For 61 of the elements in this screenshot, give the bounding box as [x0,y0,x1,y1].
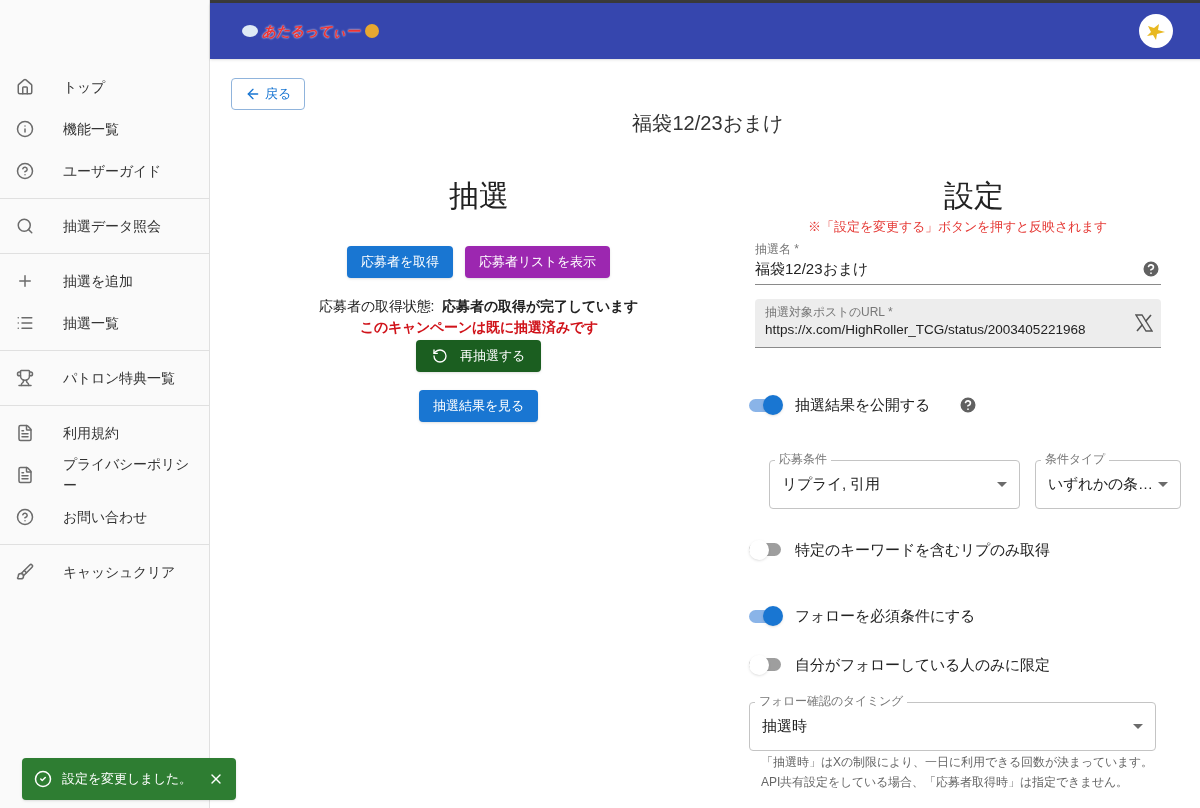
trophy-icon [16,369,34,387]
page-title: 福袋12/23おまけ [631,111,784,136]
sidebar-item[interactable]: 抽選を追加 [0,260,209,302]
field-label: フォロー確認のタイミング [755,694,907,709]
sidebar-item[interactable]: キャッシュクリア [0,551,209,593]
search-icon [16,217,34,235]
redo-icon [432,348,448,364]
action-button[interactable]: 応募者リストを表示 [465,246,610,278]
select-value: 抽選時 [762,716,807,737]
url-field[interactable]: 抽選対象ポストのURL * https://x.com/HighRoller_TCG/status/2003405221968 [755,299,1161,348]
document-icon [16,424,34,442]
sidebar-item[interactable]: パトロン特典一覧 [0,357,209,399]
sidebar-item[interactable]: 利用規約 [0,412,209,454]
document-icon [16,466,34,484]
sidebar-item[interactable]: ユーザーガイド [0,150,209,192]
select-value: リプライ, 引用 [782,473,881,494]
back-button[interactable]: 戻る [231,78,305,110]
field-label: 条件タイプ [1041,451,1109,467]
help-icon [16,162,34,180]
status-label: 応募者の取得状態: [318,297,435,316]
dropdown-caret-icon [1158,481,1168,487]
sidebar-item[interactable]: プライバシーポリシー [0,454,209,496]
dropdown-caret-icon [1133,724,1143,729]
toggle-label: 特定のキーワードを含むリプのみ取得 [795,539,1050,560]
info-icon [16,120,34,138]
toggle-switch[interactable] [749,654,783,675]
dropdown-caret-icon [997,481,1007,487]
avatar[interactable] [1139,14,1173,48]
toggle-switch[interactable] [749,539,783,560]
toggle-label: 抽選結果を公開する [795,395,930,415]
select-value: いずれかの条… [1048,473,1153,494]
helper-text: 「抽選時」はXの制限により、一日に利用できる回数が決まっています。 [761,754,1154,771]
toggle-label: フォローを必須条件にする [795,606,975,626]
sidebar-item[interactable]: トップ [0,66,209,108]
sidebar-item[interactable]: 機能一覧 [0,108,209,150]
toggle-switch[interactable] [749,395,783,416]
check-icon [34,770,52,788]
help-icon [16,508,34,526]
results-button[interactable]: 抽選結果を見る [419,390,538,422]
plus-icon [16,272,34,290]
help-icon[interactable] [958,395,978,416]
redraw-button[interactable]: 再抽選する [416,340,541,372]
action-button[interactable]: 応募者を取得 [347,246,453,278]
toggle-label: 自分がフォローしている人のみに限定 [795,654,1050,675]
section-heading: 設定 [943,178,1005,214]
toggle-switch[interactable] [749,606,783,627]
warning-text: このキャンペーンは既に抽選済みです [359,318,598,337]
help-icon[interactable] [1141,258,1161,279]
toast-message: 設定を変更しました。 [62,770,193,789]
text-field[interactable]: 抽選名 * 福袋12/23おまけ [755,239,1161,285]
field-label: 応募条件 [775,451,831,467]
sidebar-item[interactable]: お問い合わせ [0,496,209,538]
x-logo-icon [1135,314,1153,332]
helper-text: API共有設定をしている場合、「応募者取得時」は指定できません。 [761,774,1130,791]
home-icon [16,78,34,96]
note-text: ※「設定を変更する」ボタンを押すと反映されます [808,218,1108,236]
sidebar-item[interactable]: 抽選一覧 [0,302,209,344]
status-value: 応募者の取得が完了しています [442,297,639,316]
section-heading: 抽選 [448,178,509,214]
sidebar-item[interactable]: 抽選データ照会 [0,205,209,247]
list-icon [16,314,34,332]
